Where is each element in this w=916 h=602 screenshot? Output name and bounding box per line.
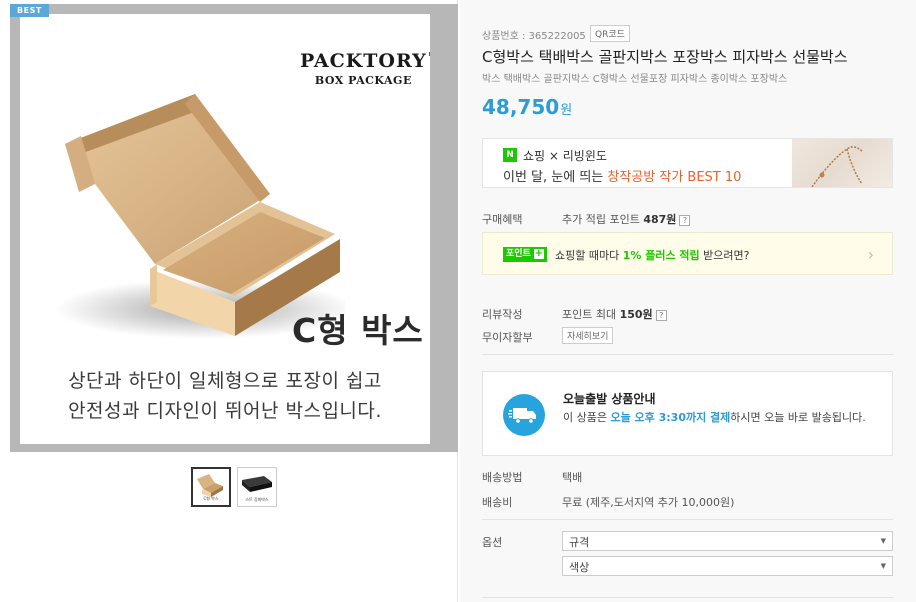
point-text-highlight: 1% 플러스 적립 xyxy=(622,249,700,262)
point-plus-banner[interactable]: 포인트 + 쇼핑할 때마다 1% 플러스 적립 받으려면? › xyxy=(482,232,893,275)
color-select[interactable]: 색상 ▼ xyxy=(562,556,893,576)
point-text-suffix: 받으려면? xyxy=(699,249,750,262)
shipping-deadline: 오늘 오후 3:30까지 결제 xyxy=(610,411,731,424)
delivery-method-value: 택배 xyxy=(562,471,583,484)
thumbnail-list: C형 박스 스트 강화박스 xyxy=(191,467,277,507)
dropdown-arrow-icon: ▼ xyxy=(880,562,886,570)
product-price: 48,750원 xyxy=(482,95,572,119)
banner-necklace-image xyxy=(792,139,892,187)
review-help-icon[interactable]: ? xyxy=(655,309,667,321)
review-point-amount: 150원 xyxy=(619,308,653,321)
brand-dot-icon xyxy=(428,52,430,56)
benefit-help-icon[interactable]: ? xyxy=(679,214,691,226)
price-unit: 원 xyxy=(560,103,573,118)
thumbnail-1[interactable]: C형 박스 xyxy=(191,467,231,507)
shipping-desc-suffix: 하시면 오늘 바로 발송됩니다. xyxy=(730,411,866,424)
product-title: C형박스 택배박스 골판지박스 포장박스 피자박스 선물박스 xyxy=(482,48,848,66)
product-number: 상품번호 : 365222005 xyxy=(482,31,586,42)
point-badge-label: 포인트 xyxy=(506,249,531,259)
main-product-image[interactable]: PACKTORY BOX PACKAGE C형 박스 상단과 하단이 일체형으로… xyxy=(20,14,430,444)
divider xyxy=(482,519,893,520)
delivery-fee-label: 배송비 xyxy=(482,496,513,509)
divider xyxy=(482,597,893,598)
color-select-value: 색상 xyxy=(569,561,590,574)
brand-title: PACKTORY xyxy=(300,50,427,72)
delivery-method-label: 배송방법 xyxy=(482,471,523,484)
thumbnail-2[interactable]: 스트 강화박스 xyxy=(237,467,277,507)
banner-line2: 이번 달, 눈에 띄는 창작공방 작가 BEST 10 xyxy=(503,166,741,185)
price-value: 48,750 xyxy=(482,95,560,119)
truck-icon xyxy=(503,394,545,436)
banner-highlight: 창작공방 작가 BEST 10 xyxy=(607,170,742,185)
benefit-value-prefix: 추가 적립 포인트 xyxy=(562,213,644,226)
installment-detail-button[interactable]: 자세히보기 xyxy=(562,327,614,344)
main-image-frame: PACKTORY BOX PACKAGE C형 박스 상단과 하단이 일체형으로… xyxy=(10,4,458,452)
living-window-banner[interactable]: N 쇼핑 × 리빙윈도 이번 달, 눈에 띄는 창작공방 작가 BEST 10 xyxy=(482,138,893,188)
box-type-label: C형 박스 xyxy=(292,311,424,350)
benefit-point-amount: 487원 xyxy=(643,213,677,226)
delivery-fee-value: 무료 (제주,도서지역 추가 10,000원) xyxy=(562,496,735,509)
image-description-line1: 상단과 하단이 일체형으로 포장이 쉽고 xyxy=(68,370,382,392)
plus-icon: + xyxy=(533,248,544,259)
dropdown-arrow-icon: ▼ xyxy=(880,537,886,545)
product-info-panel: 상품번호 : 365222005 QR코드 C형박스 택배박스 골판지박스 포장… xyxy=(460,0,916,602)
thumbnail-label: C형 박스 xyxy=(203,496,219,501)
benefit-value: 추가 적립 포인트 487원? xyxy=(562,211,691,227)
thumbnail-label: 스트 강화박스 xyxy=(245,497,269,502)
product-subtitle: 박스 택배박스 골판지박스 C형박스 선물포장 피자박스 종이박스 포장박스 xyxy=(482,74,788,85)
size-select[interactable]: 규격 ▼ xyxy=(562,531,893,551)
truck-glyph xyxy=(508,408,536,424)
banner-line2-prefix: 이번 달, 눈에 띄는 xyxy=(503,170,608,185)
installment-label: 무이자할부 xyxy=(482,331,533,344)
point-text-prefix: 쇼핑할 때마다 xyxy=(555,249,623,262)
necklace-icon xyxy=(811,146,863,187)
qr-code-button[interactable]: QR코드 xyxy=(590,25,630,42)
size-select-value: 규격 xyxy=(569,536,590,549)
image-description-line2: 안전성과 디자인이 뛰어난 박스입니다. xyxy=(68,400,382,422)
today-shipping-notice: 오늘출발 상품안내 이 상품은 오늘 오후 3:30까지 결제하시면 오늘 바로… xyxy=(482,371,893,456)
best-badge: BEST xyxy=(10,4,49,17)
point-text: 쇼핑할 때마다 1% 플러스 적립 받으려면? xyxy=(555,247,749,263)
chevron-right-icon: › xyxy=(867,245,874,264)
product-image-panel: PACKTORY BOX PACKAGE C형 박스 상단과 하단이 일체형으로… xyxy=(0,0,458,602)
review-label: 리뷰작성 xyxy=(482,308,523,321)
shipping-desc-prefix: 이 상품은 xyxy=(563,411,611,424)
benefit-label: 구매혜택 xyxy=(482,213,523,226)
naver-n-icon: N xyxy=(503,148,517,162)
point-badge: 포인트 + xyxy=(503,247,547,262)
divider xyxy=(482,354,893,355)
review-value: 포인트 최대 150원? xyxy=(562,306,667,322)
shipping-notice-title: 오늘출발 상품안내 xyxy=(563,392,656,406)
review-value-prefix: 포인트 최대 xyxy=(562,308,620,321)
shipping-notice-desc: 이 상품은 오늘 오후 3:30까지 결제하시면 오늘 바로 발송됩니다. xyxy=(563,409,873,426)
option-label: 옵션 xyxy=(482,536,503,549)
banner-line1: 쇼핑 × 리빙윈도 xyxy=(523,149,607,163)
